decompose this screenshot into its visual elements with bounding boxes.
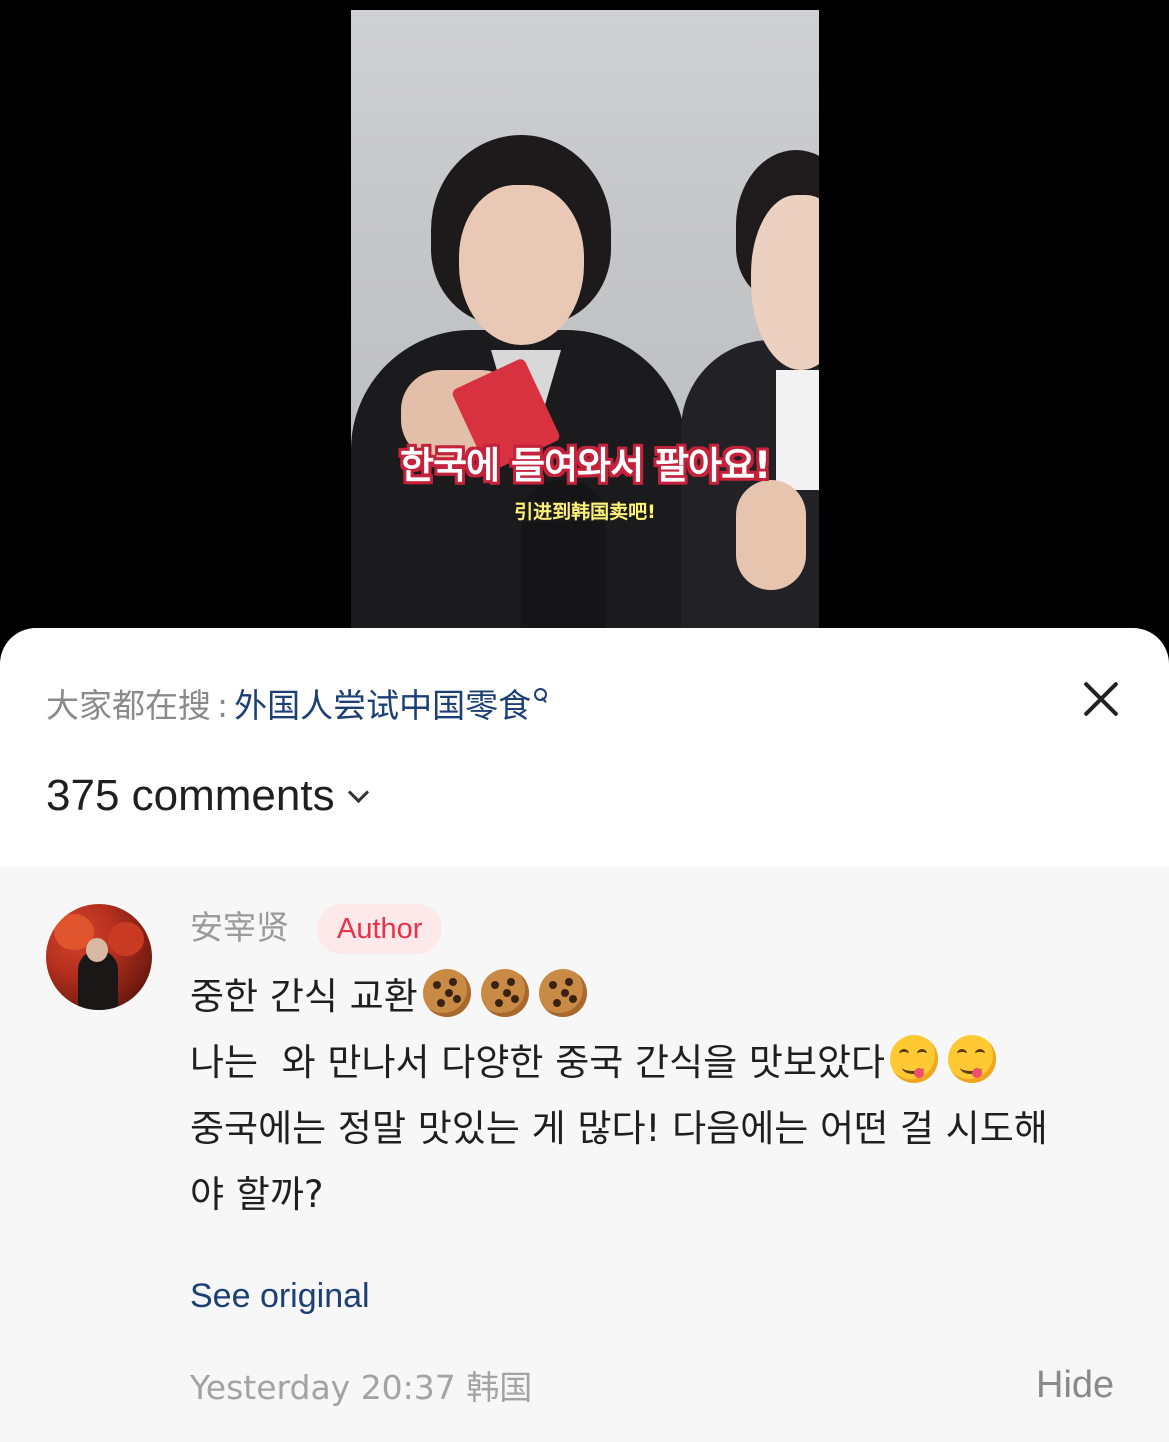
close-button[interactable] — [1074, 672, 1128, 726]
yum-face-icon — [890, 1035, 939, 1083]
cookie-icon — [538, 969, 587, 1017]
person-left-face — [459, 185, 584, 345]
author-badge: Author — [317, 904, 443, 954]
comments-count-label: 375 comments — [46, 771, 335, 820]
trending-search: 大家都在搜: 外国人尝试中国零食 — [46, 684, 548, 728]
video-player[interactable]: 한국에 들여와서 팔아요! 引进到韩国卖吧! — [351, 10, 819, 650]
chevron-down-icon — [347, 781, 369, 804]
comment-line-3: 중국에는 정말 맛있는 게 많다! 다음에는 어떤 걸 시도해 — [190, 1107, 1048, 1150]
comment-username[interactable]: 安宰贤 — [190, 906, 289, 950]
comment-body: 중한 간식 교환 나는 와 만나서 다양한 중국 간식을 맛보았다 중국에는 정… — [190, 964, 1120, 1228]
comment-item[interactable]: 安宰贤 Author 중한 간식 교환 나는 와 만나서 다양한 중국 간식을 … — [0, 866, 1169, 1442]
video-subtitle-chinese: 引进到韩国卖吧! — [514, 501, 656, 523]
video-subtitle-korean: 한국에 들여와서 팔아요! — [399, 444, 771, 487]
see-original-link[interactable]: See original — [190, 1274, 370, 1318]
cookie-icon — [480, 969, 529, 1017]
avatar[interactable] — [46, 904, 152, 1010]
comment-line-2-start: 나는 — [190, 1041, 259, 1084]
comment-sheet: 大家都在搜: 外国人尝试中国零食 375 comments 安宰贤 Author … — [0, 628, 1169, 1442]
trending-search-separator: : — [217, 686, 229, 725]
search-icon[interactable] — [533, 686, 548, 706]
comment-timestamp: Yesterday 20:37 韩国 — [190, 1368, 533, 1407]
comment-line-1-text: 중한 간식 교환 — [190, 975, 418, 1018]
screen: 한국에 들여와서 팔아요! 引进到韩国卖吧! 大家都在搜: 外国人尝试中国零食 3… — [0, 0, 1169, 1442]
yum-face-icon — [948, 1035, 997, 1083]
trending-search-label: 大家都在搜 — [46, 686, 211, 725]
trending-search-link[interactable]: 外国人尝试中国零食 — [234, 686, 531, 725]
comment-line-4: 야 할까? — [190, 1173, 324, 1216]
cookie-icon — [422, 969, 471, 1017]
comment-line-1: 중한 간식 교환 — [190, 964, 1120, 1030]
comment-line-2-text: 와 만나서 다양한 중국 간식을 맛보았다 — [281, 1041, 886, 1084]
comments-sort-dropdown[interactable]: 375 comments — [46, 768, 369, 824]
hide-button[interactable]: Hide — [1036, 1362, 1114, 1408]
comment-line-2: 나는 와 만나서 다양한 중국 간식을 맛보았다 — [190, 1030, 1120, 1096]
